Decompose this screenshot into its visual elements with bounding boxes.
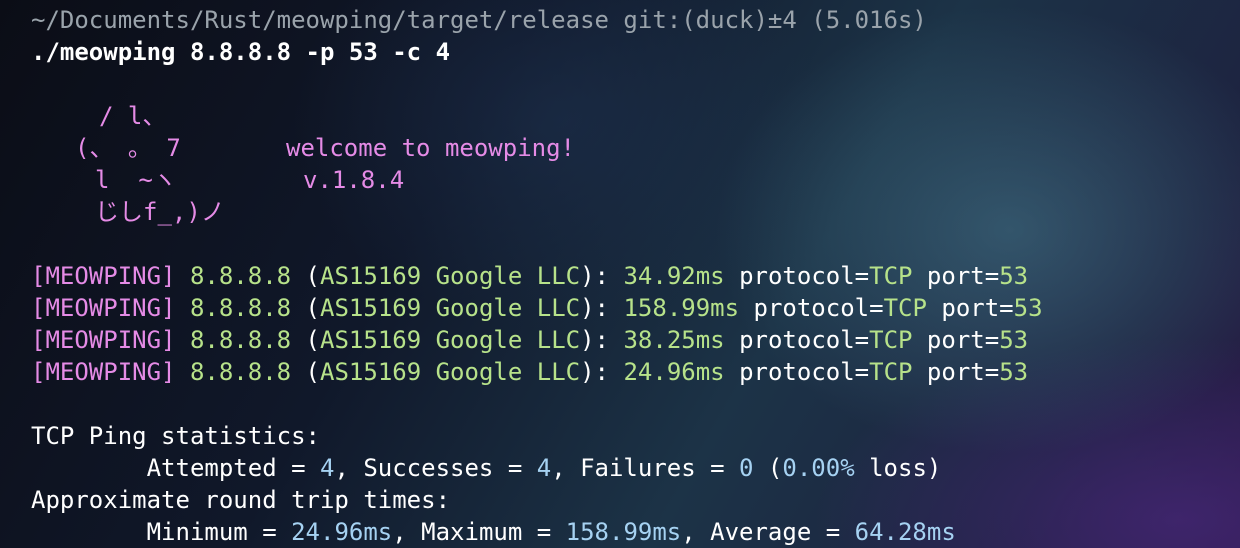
result-row: [MEOWPING] 8.8.8.8 (AS15169 Google LLC):… bbox=[31, 260, 1231, 292]
result-paren-close: ): bbox=[580, 358, 624, 386]
result-protocol-key: protocol= bbox=[739, 294, 884, 322]
result-paren-close: ): bbox=[580, 326, 624, 354]
ascii-art-line-4: じしf_,)ノ bbox=[95, 198, 225, 226]
ascii-art-line-2: (、 。 7 bbox=[75, 134, 181, 162]
result-row: [MEOWPING] 8.8.8.8 (AS15169 Google LLC):… bbox=[31, 324, 1231, 356]
result-row: [MEOWPING] 8.8.8.8 (AS15169 Google LLC):… bbox=[31, 356, 1231, 388]
maximum-label: , Maximum = bbox=[392, 518, 566, 546]
ascii-art-line-1: / l、 bbox=[99, 102, 167, 130]
result-asn: AS15169 Google LLC bbox=[320, 358, 581, 386]
attempted-label: Attempted = bbox=[31, 454, 320, 482]
result-protocol-value: TCP bbox=[869, 262, 913, 290]
result-asn: AS15169 Google LLC bbox=[320, 262, 581, 290]
result-port-key: port= bbox=[912, 262, 1000, 290]
result-port-value: 53 bbox=[999, 358, 1029, 386]
result-paren-open: ( bbox=[291, 294, 321, 322]
terminal-output: ~/Documents/Rust/meowping/target/release… bbox=[31, 4, 1231, 548]
result-asn: AS15169 Google LLC bbox=[320, 326, 581, 354]
result-ip: 8.8.8.8 bbox=[189, 262, 292, 290]
ascii-banner: / l、 (、 。 7 l ~ヽ じしf_,)ノ welcome to meow… bbox=[31, 100, 1231, 228]
welcome-message: welcome to meowping! bbox=[286, 134, 575, 162]
stats-counts-line: Attempted = 4, Successes = 4, Failures =… bbox=[31, 452, 1231, 484]
command-line[interactable]: ./meowping 8.8.8.8 -p 53 -c 4 bbox=[31, 36, 1231, 68]
result-protocol-value: TCP bbox=[869, 326, 913, 354]
loss-close: loss) bbox=[854, 454, 942, 482]
attempted-value: 4 bbox=[319, 454, 335, 482]
result-paren-open: ( bbox=[291, 358, 321, 386]
result-port-key: port= bbox=[912, 326, 1000, 354]
rtt-line: Minimum = 24.96ms, Maximum = 158.99ms, A… bbox=[31, 516, 1231, 548]
loss-percent: 0.00% bbox=[782, 454, 855, 482]
result-ip: 8.8.8.8 bbox=[189, 326, 292, 354]
result-latency: 158.99ms bbox=[623, 294, 740, 322]
average-value: 64.28ms bbox=[854, 518, 956, 546]
stats-heading: TCP Ping statistics: bbox=[31, 422, 320, 450]
result-latency: 34.92ms bbox=[623, 262, 725, 290]
version-label: v.1.8.4 bbox=[303, 166, 405, 194]
result-protocol-value: TCP bbox=[869, 358, 913, 386]
result-ip: 8.8.8.8 bbox=[189, 358, 292, 386]
rtt-heading: Approximate round trip times: bbox=[31, 486, 451, 514]
result-paren-open: ( bbox=[291, 326, 321, 354]
result-protocol-key: protocol= bbox=[724, 358, 870, 386]
failures-value: 0 bbox=[739, 454, 754, 482]
average-label: , Average = bbox=[681, 518, 855, 546]
failures-label: , Failures = bbox=[551, 454, 740, 482]
result-port-value: 53 bbox=[999, 326, 1029, 354]
result-tag: [MEOWPING] bbox=[31, 294, 176, 322]
result-paren-close: ): bbox=[580, 294, 624, 322]
result-tag: [MEOWPING] bbox=[31, 262, 176, 290]
successes-label: , Successes = bbox=[334, 454, 537, 482]
result-protocol-key: protocol= bbox=[724, 326, 870, 354]
result-tag: [MEOWPING] bbox=[31, 358, 176, 386]
result-ip: 8.8.8.8 bbox=[189, 294, 292, 322]
loss-open: ( bbox=[753, 454, 783, 482]
result-paren-close: ): bbox=[580, 262, 624, 290]
result-protocol-value: TCP bbox=[883, 294, 927, 322]
maximum-value: 158.99ms bbox=[565, 518, 682, 546]
result-row: [MEOWPING] 8.8.8.8 (AS15169 Google LLC):… bbox=[31, 292, 1231, 324]
result-port-value: 53 bbox=[1013, 294, 1043, 322]
ascii-art-line-3: l ~ヽ bbox=[95, 166, 177, 194]
result-port-key: port= bbox=[926, 294, 1014, 322]
minimum-value: 24.96ms bbox=[291, 518, 393, 546]
result-asn: AS15169 Google LLC bbox=[320, 294, 581, 322]
result-port-key: port= bbox=[912, 358, 1000, 386]
result-tag: [MEOWPING] bbox=[31, 326, 176, 354]
minimum-label: Minimum = bbox=[31, 518, 292, 546]
result-paren-open: ( bbox=[291, 262, 321, 290]
result-port-value: 53 bbox=[999, 262, 1029, 290]
result-latency: 38.25ms bbox=[623, 326, 725, 354]
prompt-path-line: ~/Documents/Rust/meowping/target/release… bbox=[31, 6, 927, 34]
result-latency: 24.96ms bbox=[623, 358, 725, 386]
successes-value: 4 bbox=[536, 454, 552, 482]
result-protocol-key: protocol= bbox=[724, 262, 870, 290]
